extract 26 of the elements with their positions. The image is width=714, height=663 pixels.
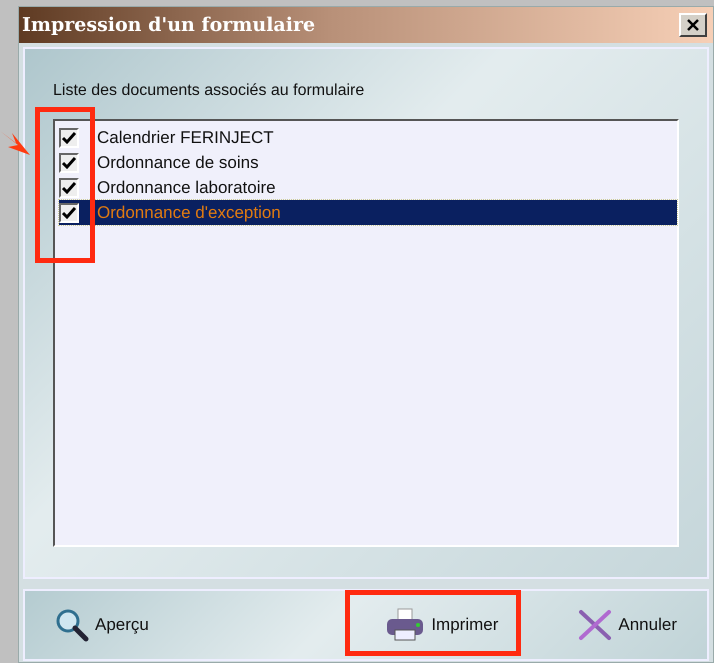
document-item[interactable]: Calendrier FERINJECT <box>59 125 677 150</box>
cross-icon <box>578 609 612 641</box>
document-name: Ordonnance d'exception <box>97 202 281 224</box>
checkmark-icon <box>62 156 76 168</box>
list-label: Liste des documents associés au formulaire <box>53 81 366 101</box>
checkbox[interactable] <box>59 128 79 148</box>
close-icon <box>686 18 700 32</box>
checkmark-icon <box>62 182 76 194</box>
document-item[interactable]: Ordonnance laboratoire <box>59 175 677 200</box>
checkmark-icon <box>62 206 76 218</box>
preview-button[interactable]: Aperçu <box>55 608 149 642</box>
document-name: Ordonnance laboratoire <box>97 176 276 199</box>
window-title: Impression d'un formulaire <box>22 12 316 38</box>
checkbox[interactable] <box>59 152 79 172</box>
document-item[interactable]: Ordonnance de soins <box>59 150 677 175</box>
printer-icon <box>385 608 426 642</box>
close-button[interactable] <box>679 13 707 37</box>
checkbox[interactable] <box>59 202 79 222</box>
checkbox[interactable] <box>59 178 79 198</box>
document-name: Calendrier FERINJECT <box>97 126 274 149</box>
document-name: Ordonnance de soins <box>97 152 259 174</box>
cancel-button[interactable]: Annuler <box>578 609 677 641</box>
print-button[interactable]: Imprimer <box>385 608 498 642</box>
document-item[interactable]: Ordonnance d'exception <box>59 200 677 225</box>
magnifier-icon <box>55 608 89 642</box>
checkmark-icon <box>62 132 76 144</box>
